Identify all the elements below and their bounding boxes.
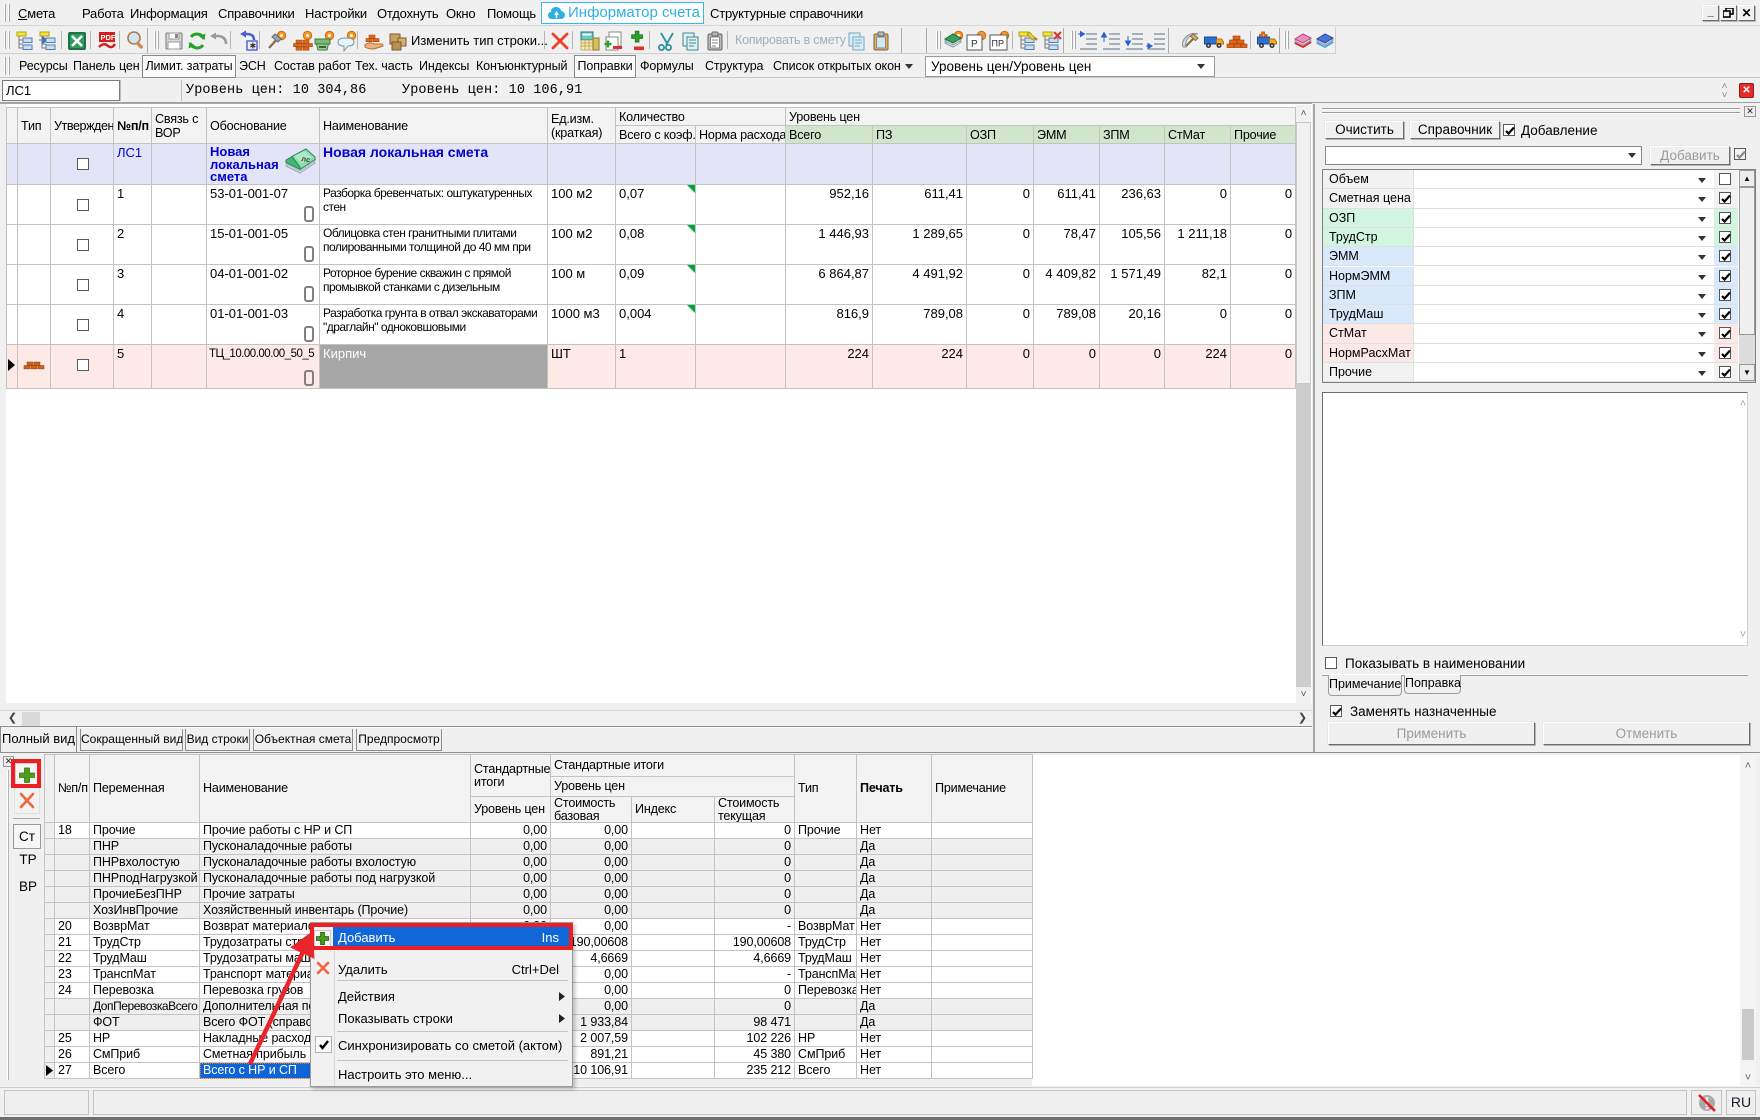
svg-text:Р: Р: [971, 39, 978, 50]
svg-text:лс: лс: [301, 154, 311, 164]
svg-text:PDF: PDF: [101, 33, 116, 42]
svg-text:✱: ✱: [250, 42, 257, 51]
svg-text:ПР: ПР: [992, 39, 1004, 49]
